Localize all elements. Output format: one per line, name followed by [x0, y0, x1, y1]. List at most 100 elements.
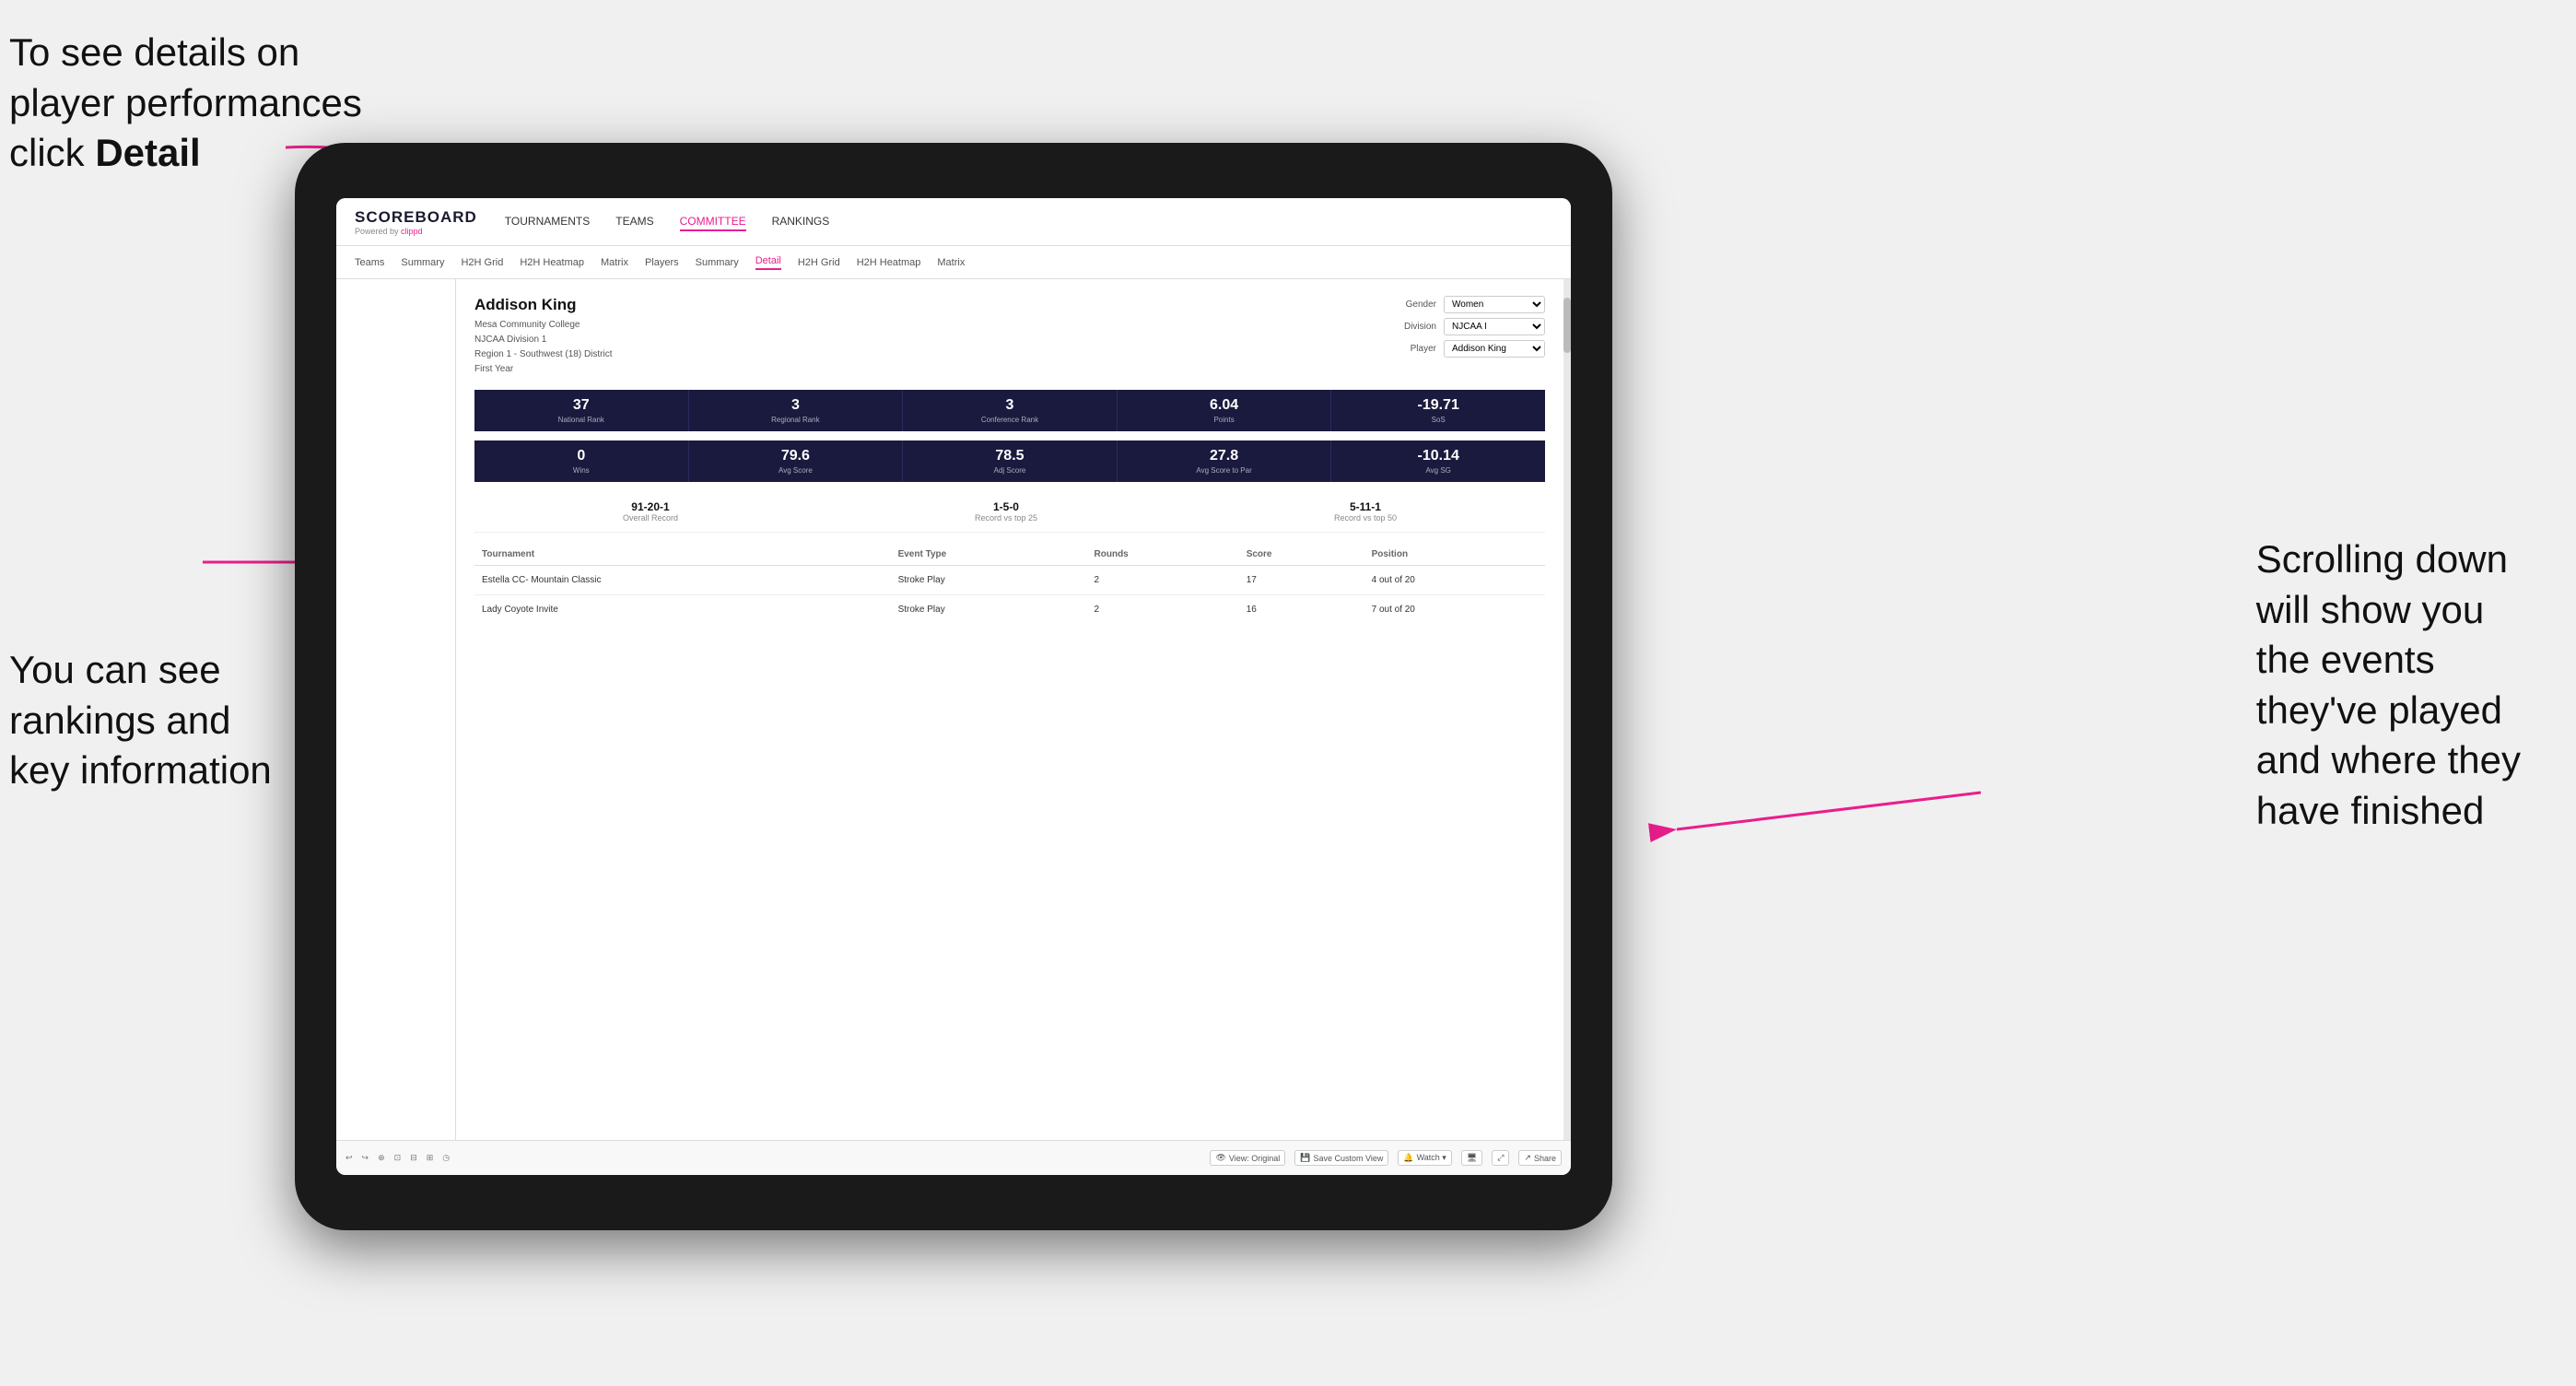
save-view-icon: 💾: [1300, 1153, 1310, 1163]
col-score: Score: [1239, 544, 1364, 566]
filter-player-row: Player Addison King: [1392, 340, 1545, 358]
filter-gender-select[interactable]: Women: [1444, 296, 1545, 313]
cell-tournament: Lady Coyote Invite: [474, 595, 891, 625]
bottom-toolbar: ↩ ↪ ⊕ ⊡ ⊟ ⊞ ◷ 👁 View: Original 💾 Save Cu…: [336, 1140, 1571, 1175]
toolbar-screen[interactable]: 🖥: [1461, 1150, 1482, 1166]
watch-icon: 🔔: [1403, 1153, 1413, 1163]
player-info: Addison King Mesa Community College NJCA…: [474, 296, 613, 377]
main-content: Addison King Mesa Community College NJCA…: [336, 279, 1571, 1140]
records-row: 91-20-1Overall Record 1-5-0Record vs top …: [474, 491, 1545, 533]
subnav-summary[interactable]: Summary: [401, 257, 444, 268]
cell-rounds: 2: [1087, 566, 1239, 595]
annotation-bottom-left: You can see rankings and key information: [9, 645, 272, 796]
toolbar-icon-6[interactable]: ⊞: [427, 1153, 434, 1163]
subnav-matrix2[interactable]: Matrix: [937, 257, 965, 268]
toolbar-watch[interactable]: 🔔 Watch ▾: [1398, 1150, 1451, 1166]
cell-event-type: Stroke Play: [891, 566, 1087, 595]
nav-tournaments[interactable]: TOURNAMENTS: [505, 213, 590, 231]
subnav-h2h-heatmap[interactable]: H2H Heatmap: [520, 257, 584, 268]
logo-area: SCOREBOARD Powered by clippd: [355, 208, 477, 236]
subnav-h2h-grid[interactable]: H2H Grid: [461, 257, 503, 268]
cell-score: 17: [1239, 566, 1364, 595]
player-division: NJCAA Division 1: [474, 333, 613, 347]
subnav-teams[interactable]: Teams: [355, 257, 384, 268]
annotation-right: Scrolling down will show you the events …: [2256, 534, 2521, 837]
table-row: Estella CC- Mountain Classic Stroke Play…: [474, 566, 1545, 595]
filter-player-label: Player: [1392, 344, 1436, 354]
stat-cell: 0Wins: [474, 440, 689, 482]
cell-event-type: Stroke Play: [891, 595, 1087, 625]
subnav-detail[interactable]: Detail: [755, 255, 781, 270]
stat-cell: 79.6Avg Score: [689, 440, 904, 482]
col-position: Position: [1364, 544, 1545, 566]
stat-cell: -19.71SoS: [1331, 390, 1545, 431]
subnav-players[interactable]: Players: [645, 257, 679, 268]
filter-gender-label: Gender: [1392, 300, 1436, 310]
toolbar-icon-3[interactable]: ⊕: [378, 1153, 385, 1163]
cell-position: 4 out of 20: [1364, 566, 1545, 595]
events-table: Tournament Event Type Rounds Score Posit…: [474, 544, 1545, 624]
screen-icon: 🖥: [1467, 1153, 1477, 1163]
filter-gender-row: Gender Women: [1392, 296, 1545, 313]
filter-division-select[interactable]: NJCAA I: [1444, 318, 1545, 335]
toolbar-icon-4[interactable]: ⊡: [394, 1153, 402, 1163]
nav-committee[interactable]: COMMITTEE: [680, 213, 746, 231]
player-year: First Year: [474, 362, 613, 377]
cell-score: 16: [1239, 595, 1364, 625]
stat-cell: 27.8Avg Score to Par: [1118, 440, 1332, 482]
share-icon: ↗: [1524, 1153, 1531, 1163]
annotation-top-left: To see details on player performances cl…: [9, 28, 362, 179]
col-event-type: Event Type: [891, 544, 1087, 566]
player-college: Mesa Community College: [474, 318, 613, 333]
tablet-device: SCOREBOARD Powered by clippd TOURNAMENTS…: [295, 143, 1612, 1230]
stat-cell: 37National Rank: [474, 390, 689, 431]
scroll-track[interactable]: [1563, 279, 1571, 1140]
nav-teams[interactable]: TEAMS: [615, 213, 653, 231]
record-item: 5-11-1Record vs top 50: [1334, 500, 1397, 523]
sub-nav: Teams Summary H2H Grid H2H Heatmap Matri…: [336, 246, 1571, 279]
player-name: Addison King: [474, 296, 613, 314]
detail-panel: Addison King Mesa Community College NJCA…: [456, 279, 1563, 1140]
nav-links: TOURNAMENTS TEAMS COMMITTEE RANKINGS: [505, 213, 829, 231]
player-region: Region 1 - Southwest (18) District: [474, 347, 613, 362]
player-header: Addison King Mesa Community College NJCA…: [474, 296, 1545, 377]
filter-division-label: Division: [1392, 322, 1436, 332]
toolbar-undo-icon[interactable]: ↩: [345, 1153, 353, 1163]
record-item: 91-20-1Overall Record: [623, 500, 678, 523]
stats-row-1: 37National Rank3Regional Rank3Conference…: [474, 390, 1545, 431]
toolbar-save-custom-view[interactable]: 💾 Save Custom View: [1294, 1150, 1388, 1166]
subnav-h2h-grid2[interactable]: H2H Grid: [798, 257, 840, 268]
toolbar-redo-icon[interactable]: ↪: [362, 1153, 369, 1163]
cell-position: 7 out of 20: [1364, 595, 1545, 625]
col-tournament: Tournament: [474, 544, 891, 566]
col-rounds: Rounds: [1087, 544, 1239, 566]
player-filters: Gender Women Division NJCAA I: [1392, 296, 1545, 358]
stats-row-2: 0Wins79.6Avg Score78.5Adj Score27.8Avg S…: [474, 440, 1545, 482]
toolbar-view-original[interactable]: 👁 View: Original: [1210, 1150, 1285, 1166]
stat-cell: 78.5Adj Score: [903, 440, 1118, 482]
sidebar: [336, 279, 456, 1140]
nav-rankings[interactable]: RANKINGS: [772, 213, 830, 231]
table-header-row: Tournament Event Type Rounds Score Posit…: [474, 544, 1545, 566]
cell-rounds: 2: [1087, 595, 1239, 625]
stat-cell: -10.14Avg SG: [1331, 440, 1545, 482]
nav-bar: SCOREBOARD Powered by clippd TOURNAMENTS…: [336, 198, 1571, 246]
tablet-screen: SCOREBOARD Powered by clippd TOURNAMENTS…: [336, 198, 1571, 1175]
record-item: 1-5-0Record vs top 25: [975, 500, 1037, 523]
toolbar-share[interactable]: ↗ Share: [1518, 1150, 1562, 1166]
stat-cell: 6.04Points: [1118, 390, 1332, 431]
logo-scoreboard: SCOREBOARD: [355, 208, 477, 227]
toolbar-icon-7[interactable]: ◷: [442, 1153, 450, 1163]
logo-powered: Powered by clippd: [355, 227, 477, 236]
stat-cell: 3Regional Rank: [689, 390, 904, 431]
stat-cell: 3Conference Rank: [903, 390, 1118, 431]
table-row: Lady Coyote Invite Stroke Play 2 16 7 ou…: [474, 595, 1545, 625]
subnav-summary2[interactable]: Summary: [696, 257, 739, 268]
toolbar-icon-5[interactable]: ⊟: [410, 1153, 417, 1163]
scroll-thumb[interactable]: [1563, 298, 1571, 353]
view-original-icon: 👁: [1215, 1153, 1225, 1163]
filter-player-select[interactable]: Addison King: [1444, 340, 1545, 358]
subnav-h2h-heatmap2[interactable]: H2H Heatmap: [857, 257, 921, 268]
toolbar-expand[interactable]: ⤢: [1492, 1150, 1509, 1166]
subnav-matrix[interactable]: Matrix: [601, 257, 628, 268]
